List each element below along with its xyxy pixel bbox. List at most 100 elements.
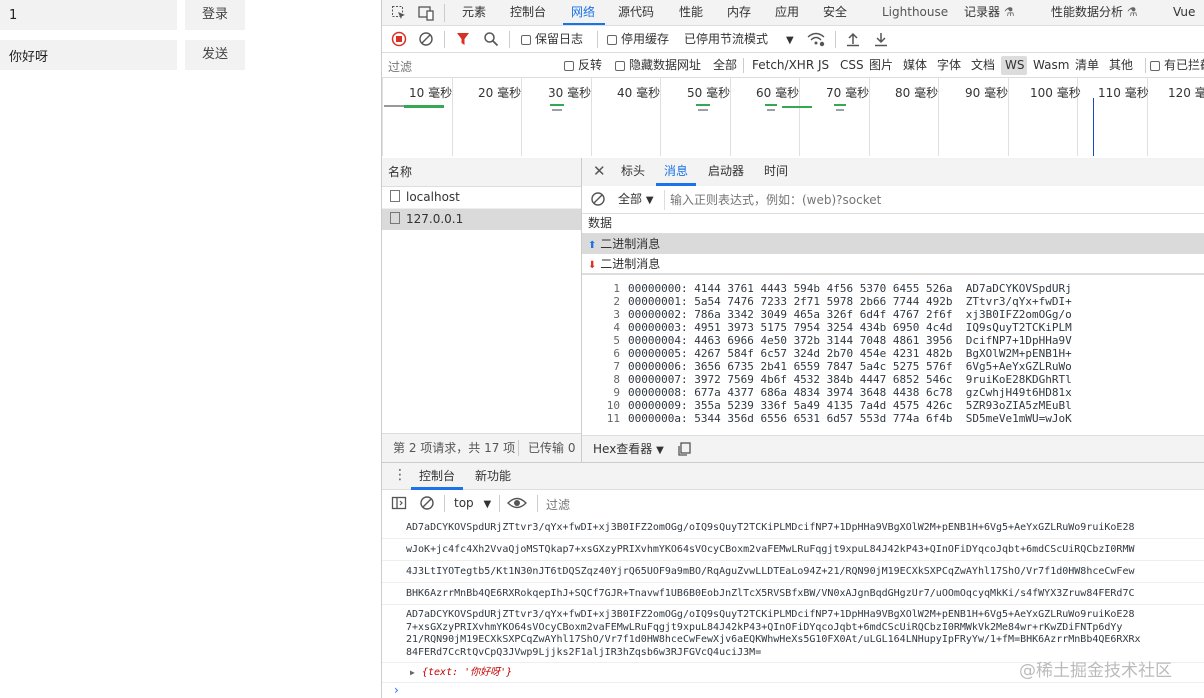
export-har-icon[interactable] [873, 31, 889, 47]
network-conditions-icon[interactable] [807, 31, 825, 47]
request-row-selected[interactable]: 127.0.0.1 [382, 209, 581, 230]
timeline-bar [767, 109, 775, 111]
throttle-select[interactable]: 已停用节流模式 ▼ [684, 27, 794, 52]
console-log-text: wJoK+jc4fc4Xh2VvaQjoMSTQkap7+xsGXzyPRIXv… [406, 544, 1135, 555]
tab-recorder[interactable]: 记录器 ⚗ [964, 0, 1015, 25]
hex-viewer-select[interactable]: Hex查看器 ▼ [593, 437, 664, 462]
console-log-row[interactable]: AD7aDCYKOVSpdURjZTtvr3/qYx+fwDI+xj3B0IFZ… [382, 517, 1204, 539]
clear-icon[interactable] [418, 31, 434, 47]
invert-checkbox[interactable]: 反转 [564, 53, 603, 77]
console-toolbar: top ▼ [382, 490, 1204, 518]
type-filter-manifest[interactable]: 清单 [1075, 53, 1099, 77]
filter-funnel-icon[interactable] [455, 31, 471, 47]
console-log-row-multiline[interactable]: AD7aDCYKOVSpdURjZTtvr3/qYx+fwDI+xj3B0IFZ… [382, 605, 1204, 663]
network-filter-input[interactable] [386, 56, 552, 77]
type-filter-doc[interactable]: 文档 [971, 53, 995, 77]
hex-line: 00000001: 5a54 7476 7233 2f71 5978 2b66 … [628, 295, 1072, 308]
device-toolbar-icon[interactable] [418, 5, 434, 21]
console-log-row[interactable]: 4J3LtIYOTegtb5/Kt1N30nJT6tDQSZqz40YjrQ65… [382, 561, 1204, 583]
expand-triangle-icon[interactable]: ▶ [410, 663, 415, 682]
type-filter-media[interactable]: 媒体 [903, 53, 927, 77]
message-input[interactable] [0, 40, 177, 70]
type-filter-ws[interactable]: WS [1005, 53, 1024, 77]
request-list-header[interactable]: 名称 [382, 158, 581, 187]
drawer-menu-icon[interactable]: ⋮ [393, 467, 407, 483]
message-text: 二进制消息 [600, 237, 661, 251]
tab-elements[interactable]: 元素 [462, 0, 486, 25]
login-button[interactable]: 登录 [185, 0, 245, 30]
tab-security[interactable]: 安全 [823, 0, 847, 25]
websocket-file-icon [390, 190, 400, 202]
drawer-tab-console[interactable]: 控制台 [419, 464, 455, 489]
tab-console[interactable]: 控制台 [510, 0, 546, 25]
inspect-element-icon[interactable] [391, 5, 407, 21]
network-toolbar: 保留日志 停用缓存 已停用节流模式 ▼ [382, 26, 1204, 53]
hex-line: 00000008: 677a 4377 686a 4834 3974 3648 … [628, 386, 1072, 399]
blocked-requests-checkbox[interactable]: 有已拦截 [1150, 53, 1204, 77]
preserve-log-checkbox[interactable]: 保留日志 [521, 27, 583, 52]
console-log-row[interactable]: BHK6AzrrMnBb4QE6RXRokqepIhJ+SQCf7GJR+Tna… [382, 583, 1204, 605]
close-icon[interactable]: ✕ [593, 162, 606, 180]
tab-timing[interactable]: 时间 [764, 159, 788, 184]
type-filter-wasm[interactable]: Wasm [1033, 53, 1069, 77]
console-sidebar-icon[interactable] [391, 495, 407, 511]
hide-data-urls-checkbox[interactable]: 隐藏数据网址 [615, 53, 701, 77]
flask-icon: ⚗ [1003, 5, 1015, 19]
request-row[interactable]: localhost [382, 187, 581, 209]
hex-line: 00000003: 4951 3973 5175 7954 3254 434b … [628, 321, 1072, 334]
copy-icon[interactable] [676, 441, 692, 457]
disable-cache-checkbox[interactable]: 停用缓存 [607, 27, 669, 52]
message-regex-filter-input[interactable] [664, 190, 1204, 210]
request-name: localhost [406, 190, 460, 204]
tab-performance-insights-label: 性能数据分析 [1051, 5, 1124, 19]
tab-vue[interactable]: Vue [1173, 0, 1195, 25]
import-har-icon[interactable] [845, 31, 861, 47]
tab-application[interactable]: 应用 [775, 0, 799, 25]
timeline-tick-label: 50 毫秒 [687, 86, 731, 100]
context-select[interactable]: top ▼ [454, 491, 491, 516]
send-button[interactable]: 发送 [185, 40, 245, 70]
tab-lighthouse[interactable]: Lighthouse [882, 0, 948, 25]
message-row-received[interactable]: ⬇ 二进制消息 [582, 254, 1204, 275]
clear-messages-icon[interactable] [590, 191, 606, 207]
record-stop-icon[interactable] [391, 31, 407, 47]
type-filter-css[interactable]: CSS [840, 53, 864, 77]
timeline-tick-label: 20 毫秒 [478, 86, 522, 100]
search-icon[interactable] [483, 31, 499, 47]
message-filter-bar: 全部 ▼ [582, 186, 1204, 214]
drawer-tab-whats-new[interactable]: 新功能 [475, 464, 511, 489]
clear-console-icon[interactable] [419, 495, 435, 511]
live-expression-eye-icon[interactable] [507, 495, 527, 511]
message-type-label: 全部 [618, 192, 643, 206]
username-input[interactable] [0, 0, 177, 30]
console-log-text: BHK6AzrrMnBb4QE6RXRokqepIhJ+SQCf7GJR+Tna… [406, 588, 1135, 599]
type-filter-js[interactable]: JS [818, 53, 829, 77]
timeline-bar [696, 104, 710, 106]
tab-sources[interactable]: 源代码 [618, 0, 654, 25]
timeline-overview[interactable]: 10 毫秒 20 毫秒 30 毫秒 40 毫秒 50 毫秒 60 毫秒 70 毫… [382, 78, 1204, 159]
console-log-row[interactable]: wJoK+jc4fc4Xh2VvaQjoMSTQkap7+xsGXzyPRIXv… [382, 539, 1204, 561]
message-row-sent[interactable]: ⬆ 二进制消息 [582, 234, 1204, 254]
tab-performance-insights[interactable]: 性能数据分析 ⚗ [1051, 0, 1138, 25]
type-filter-img[interactable]: 图片 [869, 53, 893, 77]
hex-viewer[interactable]: 1 2 3 4 5 6 7 8 9 10 11 00000000: 4144 3… [582, 277, 1204, 435]
type-filter-other[interactable]: 其他 [1109, 53, 1133, 77]
tab-performance[interactable]: 性能 [679, 0, 703, 25]
invert-label: 反转 [578, 58, 603, 72]
tab-recorder-label: 记录器 [964, 5, 1001, 19]
timeline-tick-label: 100 毫秒 [1030, 86, 1081, 100]
tab-messages[interactable]: 消息 [664, 159, 688, 184]
flask-icon: ⚗ [1126, 5, 1138, 19]
tab-initiator[interactable]: 启动器 [708, 159, 744, 184]
type-filter-font[interactable]: 字体 [937, 53, 961, 77]
console-filter-input[interactable] [544, 494, 848, 515]
console-prompt[interactable]: › [382, 683, 1204, 698]
type-filter-all[interactable]: 全部 [713, 53, 737, 77]
message-type-select[interactable]: 全部 ▼ [618, 187, 654, 212]
tab-memory[interactable]: 内存 [727, 0, 751, 25]
type-filter-fetch-xhr[interactable]: Fetch/XHR [752, 53, 814, 77]
throttle-label: 已停用节流模式 [684, 32, 769, 46]
name-column-header: 名称 [388, 165, 413, 179]
tab-network[interactable]: 网络 [571, 0, 595, 25]
tab-headers[interactable]: 标头 [621, 159, 645, 184]
